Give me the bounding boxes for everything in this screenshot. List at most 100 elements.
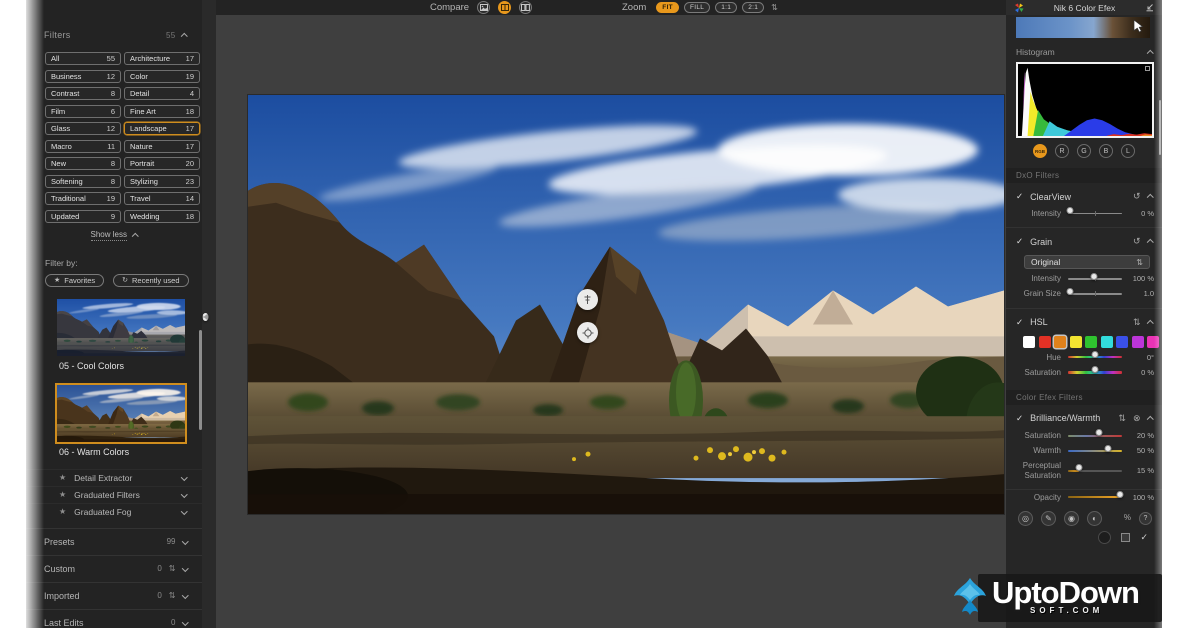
sidebar-section-last-edits[interactable]: Last Edits0	[26, 609, 202, 628]
mask-preview-circle[interactable]	[1098, 531, 1111, 544]
category-updated[interactable]: Updated9	[45, 210, 121, 223]
grain-intensity-slider[interactable]	[1068, 275, 1122, 283]
stepper-icon[interactable]: ⇅	[771, 3, 778, 12]
control-point-slider[interactable]	[577, 289, 598, 310]
category-macro[interactable]: Macro11	[45, 140, 121, 153]
zoom-mode-1-1[interactable]: 1:1	[715, 2, 737, 13]
control-point-target[interactable]	[577, 322, 598, 343]
mask-preview-square[interactable]	[1121, 533, 1130, 542]
histogram-expand-icon[interactable]	[1145, 66, 1150, 71]
chevron-down-icon[interactable]	[182, 565, 188, 571]
apply-check-icon[interactable]: ✓	[1140, 532, 1148, 543]
side-by-side-button[interactable]	[519, 1, 532, 14]
help-button[interactable]: ?	[1139, 512, 1152, 525]
category-nature[interactable]: Nature17	[124, 140, 200, 153]
slider-handle[interactable]	[1095, 429, 1102, 436]
category-glass[interactable]: Glass12	[45, 122, 121, 135]
right-panel-scrollbar[interactable]	[1159, 100, 1162, 155]
chevron-down-icon[interactable]	[181, 491, 187, 497]
preset-05-cool-colors[interactable]: 05 - Cool Colors	[57, 299, 185, 373]
sidebar-section-imported[interactable]: Imported0⇅	[26, 582, 202, 609]
brilliance-warmth-checkbox[interactable]: ✓	[1016, 413, 1023, 424]
channel-rgb-button[interactable]: RGB	[1033, 144, 1047, 158]
slider-handle[interactable]	[1092, 366, 1099, 373]
remove-filter-icon[interactable]: ⊗	[1133, 414, 1141, 423]
stepper-icon[interactable]: ⇅	[169, 591, 176, 600]
chevron-up-icon[interactable]	[1147, 50, 1153, 56]
reset-icon[interactable]: ↺	[1133, 192, 1141, 201]
chevron-down-icon[interactable]	[181, 508, 187, 514]
hsl-hue-slider[interactable]	[1068, 353, 1122, 361]
collapse-sidebar-arrow-icon[interactable]	[203, 313, 209, 321]
chevron-up-icon[interactable]	[1147, 240, 1153, 246]
clearview-intensity-slider[interactable]	[1068, 210, 1122, 218]
slider-track[interactable]	[1068, 213, 1122, 215]
recipe-graduated-fog[interactable]: ★Graduated Fog	[26, 503, 202, 520]
slider-handle[interactable]	[1092, 351, 1099, 358]
reset-icon[interactable]: ↺	[1133, 237, 1141, 246]
hsl-swatch-3[interactable]	[1070, 336, 1082, 348]
chevron-down-icon[interactable]	[181, 474, 187, 480]
mask-opacity-icon[interactable]: %	[1124, 514, 1131, 522]
category-color[interactable]: Color19	[124, 70, 200, 83]
zoom-mode-fill[interactable]: FILL	[684, 2, 710, 13]
channel-r-button[interactable]: R	[1055, 144, 1069, 158]
chevron-up-icon[interactable]	[1147, 417, 1153, 423]
sidebar-section-presets[interactable]: Presets99	[26, 528, 202, 555]
category-all[interactable]: All55	[45, 52, 121, 65]
channel-b-button[interactable]: B	[1099, 144, 1113, 158]
slider-handle[interactable]	[1117, 491, 1124, 498]
sidebar-section-custom[interactable]: Custom0⇅	[26, 555, 202, 582]
grain-checkbox[interactable]: ✓	[1016, 236, 1023, 247]
photo-canvas[interactable]	[248, 95, 1004, 514]
collapse-panel-icon[interactable]	[1145, 3, 1154, 12]
category-contrast[interactable]: Contrast8	[45, 87, 121, 100]
chevron-up-icon[interactable]	[1147, 320, 1153, 326]
stepper-icon[interactable]: ⇅	[1118, 414, 1126, 423]
recently-used-button[interactable]: ↻ Recently used	[113, 274, 188, 287]
chevron-down-icon[interactable]	[182, 538, 188, 544]
category-traditional[interactable]: Traditional19	[45, 192, 121, 205]
slider-handle[interactable]	[1066, 288, 1073, 295]
channel-g-button[interactable]: G	[1077, 144, 1091, 158]
category-landscape[interactable]: Landscape17	[124, 122, 200, 135]
image-preview-strip[interactable]	[1016, 17, 1150, 38]
hsl-swatch-8[interactable]	[1147, 336, 1159, 348]
recipe-graduated-filters[interactable]: ★Graduated Filters	[26, 486, 202, 503]
zoom-mode-fit[interactable]: FIT	[656, 2, 679, 13]
hsl-swatch-0[interactable]	[1023, 336, 1035, 348]
zoom-mode-2-1[interactable]: 2:1	[742, 2, 764, 13]
hsl-swatch-7[interactable]	[1132, 336, 1144, 348]
category-fine-art[interactable]: Fine Art18	[124, 105, 200, 118]
category-new[interactable]: New8	[45, 157, 121, 170]
clearview-checkbox[interactable]: ✓	[1016, 191, 1023, 202]
chevron-down-icon[interactable]	[182, 619, 188, 625]
bw-perceptual-saturation-slider[interactable]	[1068, 467, 1122, 475]
slider-track[interactable]	[1068, 293, 1122, 295]
single-view-button[interactable]	[477, 1, 490, 14]
bw-warmth-slider[interactable]	[1068, 447, 1122, 455]
recipe-detail-extractor[interactable]: ★Detail Extractor	[26, 469, 202, 486]
slider-handle[interactable]	[1066, 207, 1073, 214]
radial-mask-tool-button[interactable]: ◉	[1064, 511, 1079, 526]
filters-panel-header[interactable]: Filters 55	[26, 0, 202, 50]
hsl-swatch-1[interactable]	[1039, 336, 1051, 348]
preset-thumbnail[interactable]	[57, 385, 185, 442]
slider-handle[interactable]	[1104, 445, 1111, 452]
category-film[interactable]: Film6	[45, 105, 121, 118]
hsl-swatch-4[interactable]	[1085, 336, 1097, 348]
favorites-button[interactable]: ★ Favorites	[45, 274, 104, 287]
hsl-checkbox[interactable]: ✓	[1016, 317, 1023, 328]
slider-track[interactable]	[1068, 450, 1122, 452]
grain-grain-size-slider[interactable]	[1068, 290, 1122, 298]
control-point-tool-button[interactable]: ◎	[1018, 511, 1033, 526]
channel-l-button[interactable]: L	[1121, 144, 1135, 158]
show-less-link[interactable]: Show less	[26, 230, 202, 241]
slider-handle[interactable]	[1090, 273, 1097, 280]
stepper-icon[interactable]: ⇅	[169, 564, 176, 573]
category-detail[interactable]: Detail4	[124, 87, 200, 100]
slider-handle[interactable]	[1076, 464, 1083, 471]
category-business[interactable]: Business12	[45, 70, 121, 83]
hsl-saturation-slider[interactable]	[1068, 368, 1122, 376]
split-view-button[interactable]	[498, 1, 511, 14]
